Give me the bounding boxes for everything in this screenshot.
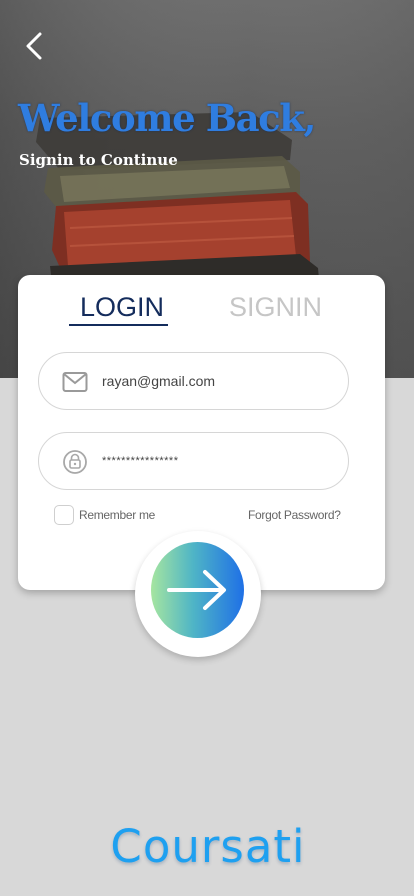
submit-button[interactable]	[151, 542, 244, 638]
email-field[interactable]	[38, 352, 349, 410]
tab-signin[interactable]: SIGNIN	[229, 292, 322, 323]
mail-icon	[62, 372, 88, 392]
remember-me[interactable]: Remember me	[54, 505, 155, 525]
brand-logo-text: Coursati	[110, 820, 306, 873]
active-tab-indicator	[69, 324, 168, 326]
remember-me-checkbox[interactable]	[54, 505, 74, 525]
email-input[interactable]	[102, 353, 332, 409]
tab-login[interactable]: LOGIN	[80, 292, 164, 323]
chevron-left-icon	[26, 32, 42, 60]
lock-icon	[63, 450, 87, 474]
arrow-right-icon	[167, 570, 226, 610]
back-button[interactable]	[20, 28, 50, 64]
page-subtitle: Signin to Continue	[19, 151, 178, 169]
page-title: Welcome Back,	[18, 96, 316, 140]
forgot-password-link[interactable]: Forgot Password?	[248, 508, 341, 522]
password-input[interactable]	[102, 433, 332, 489]
remember-me-label: Remember me	[79, 508, 156, 522]
password-field[interactable]	[38, 432, 349, 490]
